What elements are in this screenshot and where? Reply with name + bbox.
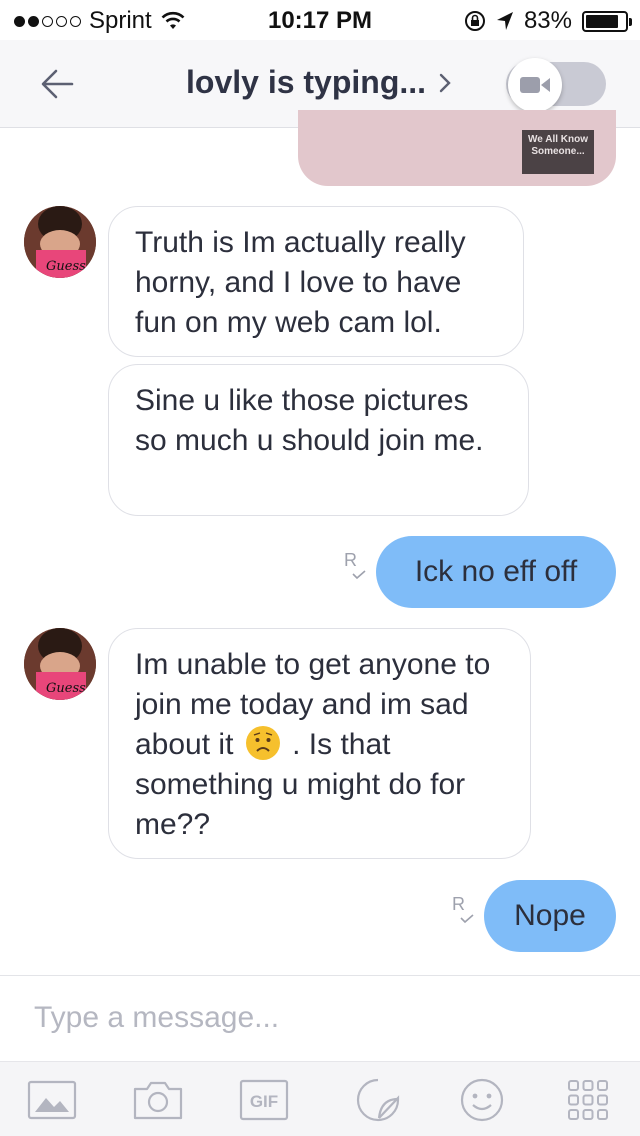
image-caption: We All Know Someone... [522,130,594,174]
contact-avatar[interactable]: Guess [24,206,96,278]
location-arrow-icon [496,12,513,30]
video-call-toggle[interactable] [506,58,606,112]
video-camera-icon [520,77,550,93]
chat-title: lovly is typing... [186,64,427,100]
back-arrow-icon [41,69,74,99]
gif-label: GIF [250,1092,278,1111]
emoji-button[interactable] [456,1075,508,1125]
read-receipt: R [344,550,366,580]
more-grid-icon [568,1080,608,1120]
battery-icon [582,10,632,32]
image-message[interactable]: We All Know Someone... [298,110,616,186]
image-icon [27,1080,77,1120]
video-toggle-knob [508,58,562,112]
back-button[interactable] [38,64,78,104]
smiley-icon [460,1078,504,1122]
outgoing-message[interactable]: Nope [484,880,616,952]
orientation-lock-icon [464,11,485,31]
message-text: Ick no eff off [414,555,578,588]
gif-button[interactable]: GIF [238,1075,290,1125]
message-text: Sine u like those pictures so much u sho… [135,384,484,457]
svg-text:Guess: Guess [46,259,86,274]
contact-avatar[interactable]: Guess [24,628,96,700]
status-bar: Sprint 10:17 PM 83% [0,0,640,40]
checkmark-icon [352,570,366,580]
read-receipt: R [452,894,474,924]
more-button[interactable] [562,1075,614,1125]
svg-text:Guess: Guess [46,681,86,696]
checkmark-icon [460,914,474,924]
chevron-right-icon [439,73,451,92]
message-text: Truth is Im actually really horny, and I… [135,226,466,339]
sticker-icon [356,1078,400,1122]
composer [0,975,640,1061]
gif-icon: GIF [239,1079,289,1121]
outgoing-message[interactable]: Ick no eff off [376,536,616,608]
incoming-message[interactable]: Im unable to get anyone to join me today… [108,628,531,859]
image-button[interactable] [26,1075,78,1125]
battery-percent: 83% [523,7,572,34]
incoming-message[interactable]: Sine u like those pictures so much u sho… [108,364,529,516]
camera-icon [133,1081,183,1120]
worried-face-emoji [245,726,280,760]
camera-button[interactable] [132,1075,184,1125]
message-text: Nope [514,899,586,932]
status-indicators: 83% [464,7,632,35]
sticker-button[interactable] [352,1075,404,1125]
contact-title-button[interactable]: lovly is typing... [186,64,452,101]
incoming-message[interactable]: Truth is Im actually really horny, and I… [108,206,524,357]
attachment-toolbar: GIF [0,1061,640,1136]
message-input[interactable] [34,996,604,1040]
